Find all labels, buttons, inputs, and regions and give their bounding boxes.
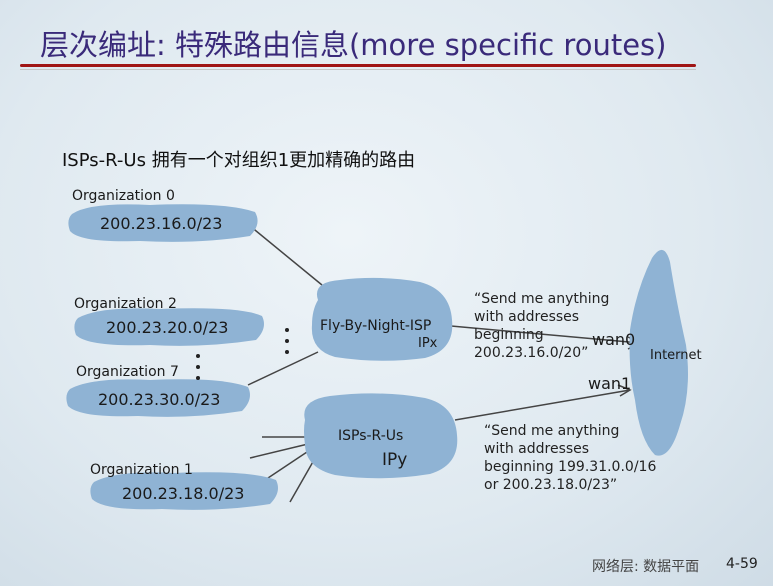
- announcement-isps-r-us: “Send me anything with addresses beginni…: [484, 423, 657, 493]
- org1-label: Organization 1: [90, 462, 193, 478]
- org7-prefix: 200.23.30.0/23: [98, 390, 221, 409]
- ellipsis-dot: [285, 350, 289, 354]
- page-subtitle: ISPs-R-Us 拥有一个对组织1更加精确的路由: [62, 150, 416, 171]
- page-number: 4-59: [726, 556, 758, 572]
- org0-prefix: 200.23.16.0/23: [100, 214, 223, 233]
- page-title: 层次编址: 特殊路由信息(more specific routes): [40, 28, 667, 62]
- link-isp2-stub-b: [249, 443, 309, 459]
- org1-prefix: 200.23.18.0/23: [122, 484, 245, 503]
- ellipsis-dot: [196, 365, 200, 369]
- announcement-fly-by-night: “Send me anything with addresses beginni…: [474, 291, 610, 361]
- org2-label: Organization 2: [74, 296, 177, 312]
- isp1-name: Fly-By-Night-ISP: [320, 318, 432, 334]
- ellipsis-dot: [196, 354, 200, 358]
- link-org7-isp1: [247, 351, 319, 386]
- org0-label: Organization 0: [72, 188, 175, 204]
- isp2-ip: IPy: [382, 450, 408, 470]
- link-isp2-internet: [454, 389, 631, 421]
- link-isp2-stub-c: [289, 459, 315, 503]
- link-org0-isp1: [249, 225, 323, 286]
- wan1-label: wan1: [588, 374, 632, 393]
- link-org1-isp2: [261, 449, 311, 483]
- internet-label: Internet: [650, 348, 702, 363]
- network-diagram: [66, 204, 688, 510]
- footer-section: 网络层: 数据平面: [592, 559, 700, 575]
- isp2-name: ISPs-R-Us: [338, 428, 404, 444]
- title-underline: [20, 64, 696, 67]
- ellipsis-dot: [285, 339, 289, 343]
- ellipsis-dot: [285, 328, 289, 332]
- org2-prefix: 200.23.20.0/23: [106, 318, 229, 337]
- org7-label: Organization 7: [76, 364, 179, 380]
- title-underline-shadow: [20, 69, 696, 70]
- wan0-label: wan0: [592, 330, 636, 349]
- isp1-ip: IPx: [418, 336, 438, 351]
- ellipsis-dot: [196, 376, 200, 380]
